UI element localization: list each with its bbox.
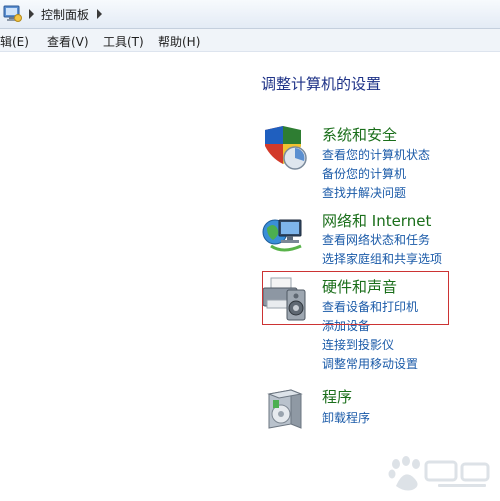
breadcrumb-arrow-icon[interactable]	[29, 9, 34, 19]
category-system-security[interactable]: 系统和安全	[322, 124, 397, 145]
control-panel-icon	[3, 5, 22, 22]
link-uninstall-program[interactable]: 卸载程序	[322, 409, 370, 426]
link-view-network-status[interactable]: 查看网络状态和任务	[322, 231, 430, 248]
address-bar[interactable]: 控制面板	[0, 0, 500, 29]
link-view-computer-status[interactable]: 查看您的计算机状态	[322, 146, 430, 163]
link-troubleshoot[interactable]: 查找并解决问题	[322, 184, 406, 201]
menu-tools[interactable]: 工具(T)	[103, 33, 144, 50]
highlight-box	[262, 271, 449, 325]
breadcrumb-control-panel[interactable]: 控制面板	[41, 6, 89, 23]
baidu-watermark-logo	[388, 456, 490, 491]
link-connect-projector[interactable]: 连接到投影仪	[322, 336, 394, 353]
link-mobility-settings[interactable]: 调整常用移动设置	[322, 355, 418, 372]
shield-icon[interactable]	[261, 124, 309, 172]
page-title: 调整计算机的设置	[261, 75, 382, 93]
category-programs[interactable]: 程序	[322, 386, 352, 407]
menu-view[interactable]: 查看(V)	[47, 33, 89, 50]
menu-bar: 编辑(E) 查看(V) 工具(T) 帮助(H)	[0, 29, 500, 52]
programs-box-icon[interactable]	[261, 384, 309, 432]
menu-edit[interactable]: 编辑(E)	[0, 33, 29, 50]
network-globe-icon[interactable]	[261, 210, 309, 258]
link-backup-computer[interactable]: 备份您的计算机	[322, 165, 406, 182]
link-homegroup-sharing[interactable]: 选择家庭组和共享选项	[322, 250, 442, 267]
category-network-internet[interactable]: 网络和 Internet	[322, 210, 431, 231]
breadcrumb-dropdown-arrow-icon[interactable]	[97, 9, 102, 19]
menu-help[interactable]: 帮助(H)	[158, 33, 200, 50]
